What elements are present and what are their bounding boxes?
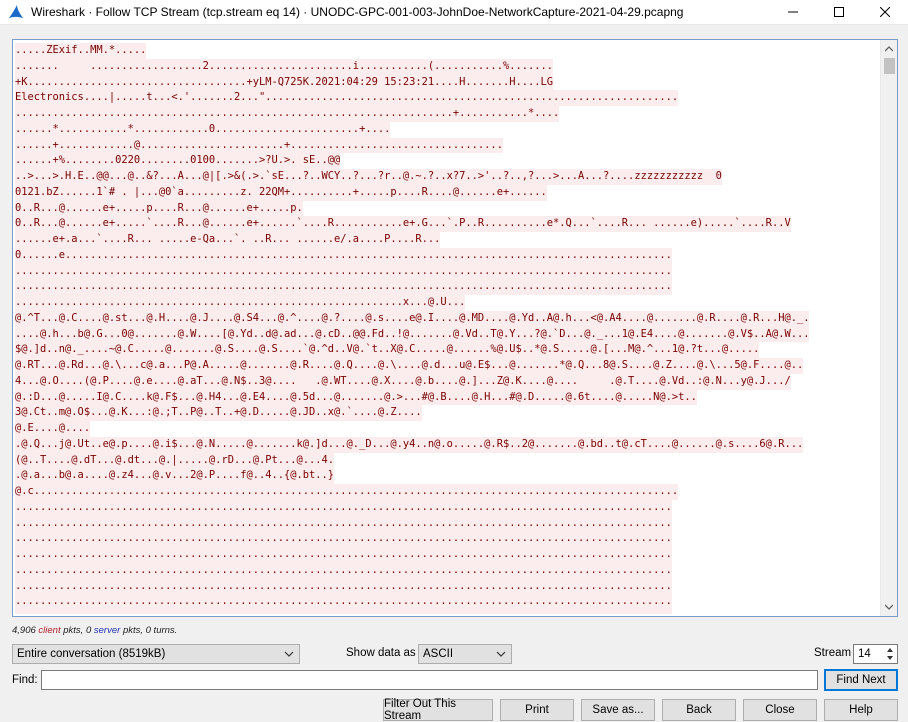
find-next-button[interactable]: Find Next <box>824 669 898 691</box>
save-as-button[interactable]: Save as... <box>581 699 655 721</box>
stream-label: Stream <box>814 647 852 659</box>
find-input[interactable] <box>41 670 818 690</box>
stream-line: ........................................… <box>15 594 672 610</box>
conversation-select-value: Entire conversation (8519kB) <box>17 648 166 660</box>
spin-down-arrow[interactable] <box>884 654 896 662</box>
back-button[interactable]: Back <box>662 699 736 721</box>
client-label: client <box>38 625 61 636</box>
stream-line: ......*...........*............0........… <box>15 121 391 138</box>
close-button[interactable]: Close <box>743 699 817 721</box>
stream-line: ........................................… <box>15 578 672 595</box>
stream-line: 0......e................................… <box>15 247 672 264</box>
stats-pkts-text: pkts, <box>63 625 84 636</box>
stream-line: @.^T...@.C....@.st...@.H....@.J....@.S4.… <box>15 310 810 327</box>
chevron-up-icon <box>887 648 893 652</box>
maximize-icon <box>834 7 844 17</box>
stream-line: 0..R...@......e+.....`....R...@......e+.… <box>15 216 791 232</box>
stream-line: Electronics....|.....t...<.'.......2..."… <box>15 90 679 106</box>
close-icon <box>880 7 890 17</box>
find-label: Find: <box>12 674 38 686</box>
stream-line: ......+%........0220........0100.......>… <box>15 153 341 169</box>
stream-line: ....@.h...b@.G...0@.......@.W....[@.Yd..… <box>15 326 810 343</box>
stream-number-spinbox[interactable]: 14 <box>853 644 898 664</box>
spin-up-arrow[interactable] <box>884 646 896 654</box>
stream-line: @.:D...@.....I@.C....k@.F$...@.H4...@.E4… <box>15 389 697 406</box>
stream-line: 3@.Ct..m@.O$...@.K...:@.;T..P@..T..+@.D.… <box>15 405 422 421</box>
minimize-icon <box>788 11 798 13</box>
server-packet-count: 0 <box>85 625 92 636</box>
stream-line: ....... ..................2.............… <box>15 58 553 75</box>
stream-line: ........................................… <box>15 562 672 579</box>
show-data-label: Show data as <box>346 647 416 659</box>
help-button[interactable]: Help <box>824 699 898 721</box>
stream-stats: 4,906 client pkts, 0 server pkts, 0 turn… <box>12 625 177 636</box>
stream-line: @.c.....................................… <box>15 484 679 500</box>
stream-content-pane[interactable]: .....ZExif..MM.*............ ...........… <box>12 39 898 617</box>
stream-line: 0..R...@......e+.....p....R...@......e+.… <box>15 200 303 217</box>
title-bar: Wireshark · Follow TCP Stream (tcp.strea… <box>0 0 908 25</box>
stream-line: ........................................… <box>15 279 672 295</box>
stream-line: ......+............@....................… <box>15 137 503 154</box>
window-title: Wireshark · Follow TCP Stream (tcp.strea… <box>31 5 684 19</box>
stream-line: ........................................… <box>15 515 672 532</box>
stream-line: ........................................… <box>15 531 672 547</box>
chevron-up-icon <box>885 46 893 52</box>
stream-line: ........................................… <box>15 106 560 122</box>
maximize-button[interactable] <box>816 0 862 24</box>
stream-line: ........................................… <box>15 263 672 280</box>
stream-line: ......e+.a...`....R... .....e-Qa...`. ..… <box>15 232 441 248</box>
server-label: server <box>93 625 121 636</box>
wireshark-fin-icon <box>9 5 23 18</box>
scroll-down-arrow[interactable] <box>881 599 897 615</box>
stream-line: ........................................… <box>15 547 672 563</box>
stream-line: 4...@.O....(@.P....@.e....@.aT...@.N$..3… <box>15 373 791 390</box>
stats-turns-text: pkts, 0 turns. <box>122 625 178 636</box>
stream-number-value: 14 <box>858 648 871 660</box>
chevron-down-icon <box>284 651 294 657</box>
stream-line: 0121.bZ......1`# . |...@0`a.........z. 2… <box>15 184 547 201</box>
stream-line: .@.a...b@.a....@.z4...@.v...2@.P....f@..… <box>15 468 335 484</box>
stream-line: ........................................… <box>15 610 672 614</box>
minimize-button[interactable] <box>770 0 816 24</box>
scroll-up-arrow[interactable] <box>881 41 897 57</box>
stream-line: +K...................................+yL… <box>15 74 553 91</box>
print-button[interactable]: Print <box>500 699 574 721</box>
filter-out-stream-button[interactable]: Filter Out This Stream <box>383 698 493 722</box>
window-controls <box>770 0 908 24</box>
stream-line: @.E....@.... <box>15 421 91 437</box>
stream-line: $@.]d..n@._....~@.C.....@.......@.S....@… <box>15 342 760 358</box>
show-data-select-value: ASCII <box>423 648 454 660</box>
chevron-down-icon <box>885 604 893 610</box>
stream-line: ........................................… <box>15 499 672 516</box>
client-packet-count: 4,906 <box>12 625 36 636</box>
show-data-select[interactable]: ASCII <box>418 644 512 664</box>
stream-line: .@.Q...j@.Ut..e@.p....@.i$...@.N.....@..… <box>15 436 804 453</box>
stream-line: (@..T....@.dT...@.dt...@.|.....@.rD...@.… <box>15 452 335 469</box>
stream-line: .....ZExif..MM.*..... <box>15 43 147 59</box>
chevron-down-icon <box>887 656 893 660</box>
stream-line: @.RT...@.Rd...@.\...c@.a...P@.A.....@...… <box>15 358 804 374</box>
scroll-thumb[interactable] <box>884 58 895 74</box>
stream-text[interactable]: .....ZExif..MM.*............ ...........… <box>15 43 877 614</box>
conversation-select[interactable]: Entire conversation (8519kB) <box>12 644 300 664</box>
stream-line: ........................................… <box>15 295 466 311</box>
chevron-down-icon <box>496 651 506 657</box>
vertical-scrollbar[interactable] <box>880 40 897 616</box>
stream-line: ..>...>.H.E..@@...@..&?...A...@|[.>&(.>.… <box>15 169 722 185</box>
close-window-button[interactable] <box>862 0 908 24</box>
